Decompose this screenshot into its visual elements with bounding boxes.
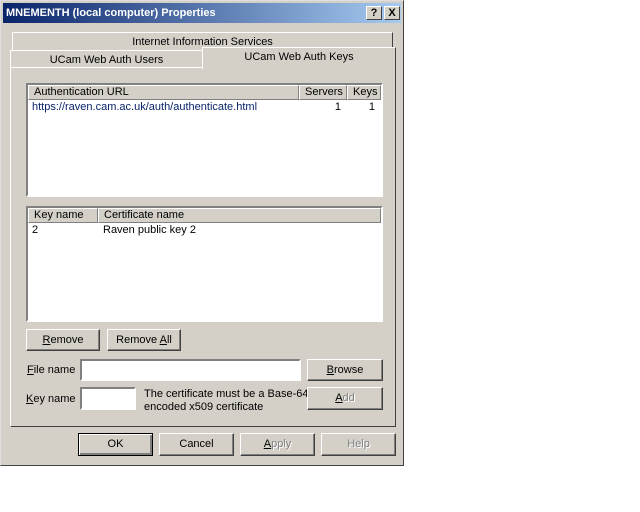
- remove-all-label-post: ll: [166, 334, 172, 346]
- remove-all-label-accel: A: [159, 334, 167, 346]
- certificate-format-note: The certificate must be a Base-64 encode…: [144, 388, 309, 413]
- keys-cell: 1: [368, 101, 375, 113]
- add-label-post: dd: [342, 392, 355, 404]
- column-header-keys[interactable]: Keys: [347, 85, 381, 100]
- tab-label: UCam Web Auth Users: [49, 54, 164, 66]
- help-button[interactable]: ?: [366, 6, 382, 20]
- header-label: Keys: [353, 86, 378, 98]
- column-header-authentication-url[interactable]: Authentication URL: [28, 85, 299, 100]
- url-cell: https://raven.cam.ac.uk/auth/authenticat…: [32, 101, 258, 113]
- browse-label-accel: B: [326, 364, 334, 376]
- apply-button[interactable]: Apply: [240, 433, 315, 456]
- column-header-servers[interactable]: Servers: [299, 85, 347, 100]
- servers-cell: 1: [334, 101, 341, 113]
- label-accel: F: [27, 364, 34, 376]
- column-header-key-name[interactable]: Key name: [28, 208, 98, 223]
- title-bar[interactable]: MNEMENTH (local computer) Properties ? X: [3, 3, 401, 23]
- label-post: ey name: [33, 393, 76, 405]
- close-button[interactable]: X: [384, 6, 400, 20]
- tab-label: UCam Web Auth Keys: [244, 51, 354, 63]
- header-label: Certificate name: [104, 209, 185, 221]
- window-title: MNEMENTH (local computer) Properties: [6, 7, 216, 19]
- add-button[interactable]: Add: [307, 387, 383, 410]
- help-label: Help: [347, 438, 370, 450]
- remove-all-label-pre: Remove: [116, 334, 160, 346]
- browse-label-post: rowse: [334, 364, 364, 376]
- header-label: Authentication URL: [34, 86, 129, 98]
- add-label-accel: A: [335, 392, 343, 404]
- key-name-label: Key name: [26, 393, 76, 405]
- browse-button[interactable]: Browse: [307, 359, 383, 381]
- tab-ucam-web-auth-keys[interactable]: UCam Web Auth Keys: [202, 47, 396, 69]
- properties-dialog: MNEMENTH (local computer) Properties ? X…: [0, 0, 404, 466]
- header-label: Key name: [34, 209, 84, 221]
- remove-label-post: emove: [50, 334, 84, 346]
- tab-panel-keys: Authentication URL Servers Keys https://…: [10, 67, 396, 427]
- list-item[interactable]: https://raven.cam.ac.uk/auth/authenticat…: [28, 101, 381, 115]
- cancel-button[interactable]: Cancel: [159, 433, 234, 456]
- certificate-name-cell: Raven public key 2: [103, 224, 196, 236]
- label-post: ile name: [33, 364, 76, 376]
- key-list[interactable]: Key name Certificate name 2 Raven public…: [26, 206, 383, 322]
- key-name-input[interactable]: [80, 387, 136, 410]
- apply-label-accel: A: [263, 438, 272, 450]
- key-name-cell: 2: [32, 224, 39, 236]
- ok-button[interactable]: OK: [78, 433, 153, 456]
- authentication-url-list[interactable]: Authentication URL Servers Keys https://…: [26, 83, 383, 197]
- help-footer-button[interactable]: Help: [321, 433, 396, 456]
- file-name-label: File name: [27, 364, 75, 376]
- file-name-input[interactable]: [80, 359, 301, 381]
- apply-label-post: pply: [271, 438, 292, 450]
- remove-all-button[interactable]: Remove All: [107, 329, 181, 351]
- remove-button[interactable]: Remove: [26, 329, 100, 351]
- column-header-certificate-name[interactable]: Certificate name: [98, 208, 381, 223]
- list-item[interactable]: 2 Raven public key 2: [28, 224, 381, 238]
- header-label: Servers: [305, 86, 343, 98]
